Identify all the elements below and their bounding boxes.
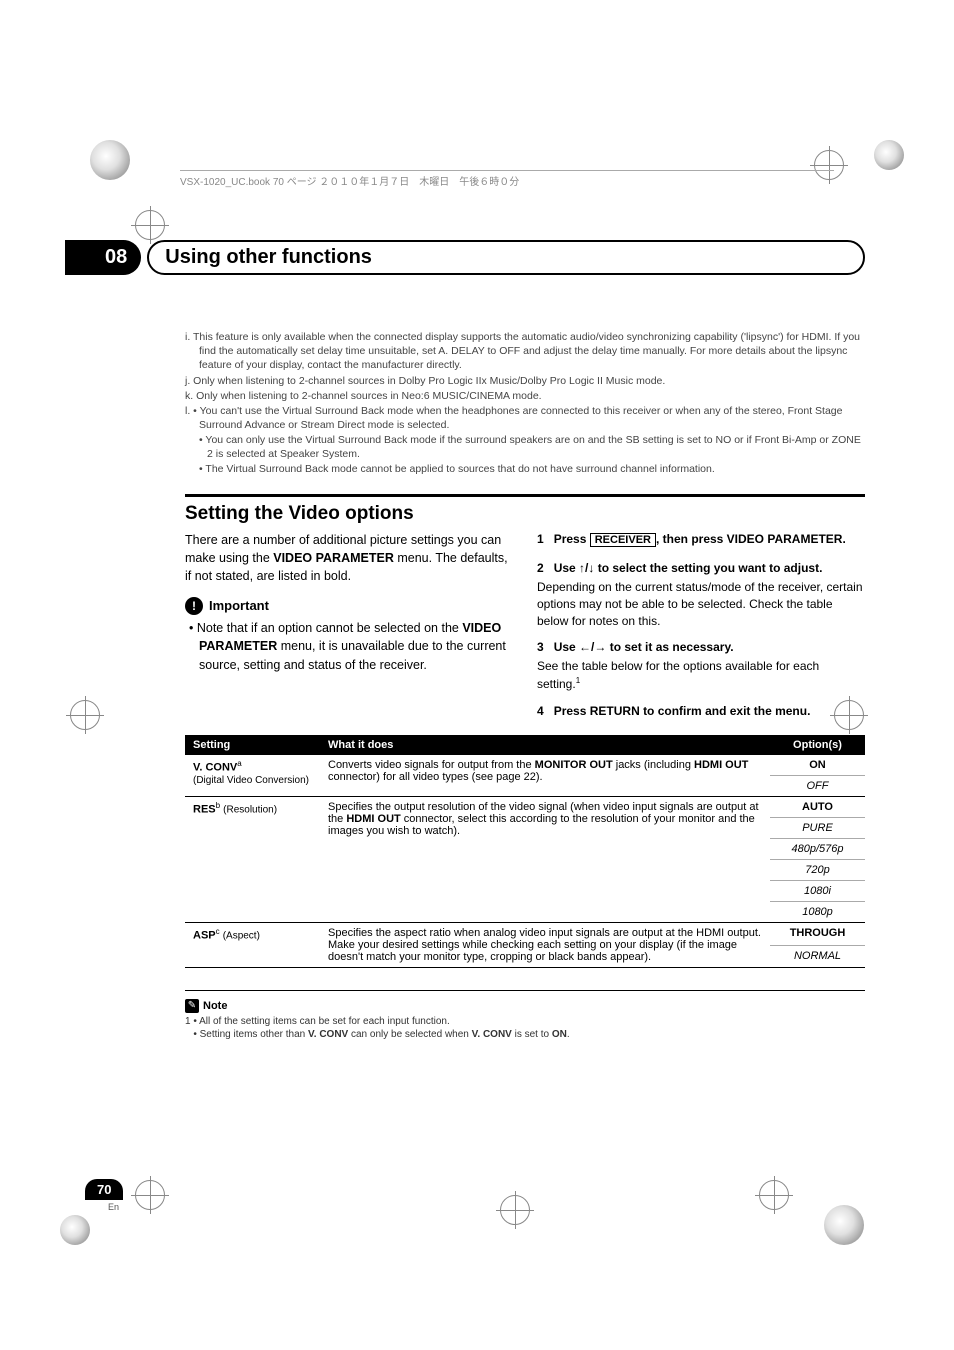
section-divider bbox=[185, 494, 865, 497]
step-2-title: Use ↑/↓ to select the setting you want t… bbox=[554, 561, 823, 575]
step-1: 1 Press RECEIVER, then press VIDEO PARAM… bbox=[537, 531, 865, 548]
note-heading: ✎ Note bbox=[185, 999, 227, 1013]
section-intro: There are a number of additional picture… bbox=[185, 531, 513, 585]
registration-mark-icon bbox=[500, 1195, 540, 1235]
left-column: There are a number of additional picture… bbox=[185, 531, 513, 722]
right-column: 1 Press RECEIVER, then press VIDEO PARAM… bbox=[537, 531, 865, 722]
chapter-number: 08 bbox=[65, 240, 141, 275]
video-options-table: Setting What it does Option(s) V. CONVa(… bbox=[185, 735, 865, 968]
step-3: 3 Use ←/→ to set it as necessary. bbox=[537, 639, 865, 656]
step-3-body: See the table below for the options avai… bbox=[537, 658, 865, 693]
step-2: 2 Use ↑/↓ to select the setting you want… bbox=[537, 560, 865, 577]
registration-mark-icon bbox=[135, 1180, 175, 1220]
table-row: V. CONVa(Digital Video Conversion) Conve… bbox=[185, 755, 865, 776]
table-header-row: Setting What it does Option(s) bbox=[185, 735, 865, 755]
note-label: Note bbox=[203, 1000, 227, 1012]
page-language: En bbox=[108, 1202, 119, 1212]
two-column-layout: There are a number of additional picture… bbox=[185, 531, 865, 722]
important-heading: ! Important bbox=[185, 597, 513, 615]
color-swatch-icon bbox=[90, 140, 130, 180]
desc-asp: Specifies the aspect ratio when analog v… bbox=[320, 923, 770, 968]
header-filename-line: VSX-1020_UC.book 70 ページ ２０１０年１月７日 木曜日 午後… bbox=[180, 170, 834, 188]
receiver-key: RECEIVER bbox=[590, 533, 656, 547]
note-item-2: • Setting items other than V. CONV can o… bbox=[185, 1028, 865, 1041]
footnote-i: i. This feature is only available when t… bbox=[185, 330, 865, 373]
page-content: i. This feature is only available when t… bbox=[185, 330, 865, 1041]
step-2-body: Depending on the current status/mode of … bbox=[537, 579, 865, 629]
footnote-k: k. Only when listening to 2-channel sour… bbox=[185, 389, 865, 403]
desc-vconv: Converts video signals for output from t… bbox=[320, 755, 770, 797]
footnote-j: j. Only when listening to 2-channel sour… bbox=[185, 374, 865, 388]
important-bullet: Note that if an option cannot be selecte… bbox=[185, 619, 513, 673]
footnote-l-sub1: • You can only use the Virtual Surround … bbox=[185, 433, 865, 461]
note-icon: ✎ bbox=[185, 999, 199, 1013]
chapter-title-wrap: Using other functions bbox=[147, 240, 865, 275]
desc-res: Specifies the output resolution of the v… bbox=[320, 797, 770, 923]
th-options: Option(s) bbox=[770, 735, 865, 755]
registration-mark-icon bbox=[759, 1180, 799, 1220]
color-swatch-icon bbox=[874, 140, 904, 170]
step-4-title: Press RETURN to confirm and exit the men… bbox=[554, 704, 811, 718]
section-title: Setting the Video options bbox=[185, 503, 865, 525]
th-setting: Setting bbox=[185, 735, 320, 755]
chapter-title: Using other functions bbox=[165, 246, 372, 268]
important-icon: ! bbox=[185, 597, 203, 615]
page-number-badge: 70 bbox=[85, 1179, 123, 1200]
chapter-header: 08 Using other functions bbox=[65, 240, 865, 275]
table-row: ASPc (Aspect) Specifies the aspect ratio… bbox=[185, 923, 865, 946]
step-4: 4 Press RETURN to confirm and exit the m… bbox=[537, 703, 865, 720]
th-what: What it does bbox=[320, 735, 770, 755]
table-row: RESb (Resolution) Specifies the output r… bbox=[185, 797, 865, 818]
note-section: ✎ Note 1 • All of the setting items can … bbox=[185, 990, 865, 1041]
registration-mark-icon bbox=[70, 700, 110, 740]
step-3-title: Use ←/→ to set it as necessary. bbox=[554, 640, 734, 654]
color-swatch-icon bbox=[824, 1205, 864, 1245]
footnote-l-sub2: • The Virtual Surround Back mode cannot … bbox=[185, 462, 865, 476]
note-item-1: 1 • All of the setting items can be set … bbox=[185, 1015, 865, 1028]
color-swatch-icon bbox=[60, 1215, 90, 1245]
footnote-l: l. • You can't use the Virtual Surround … bbox=[185, 404, 865, 432]
important-label: Important bbox=[209, 597, 269, 615]
